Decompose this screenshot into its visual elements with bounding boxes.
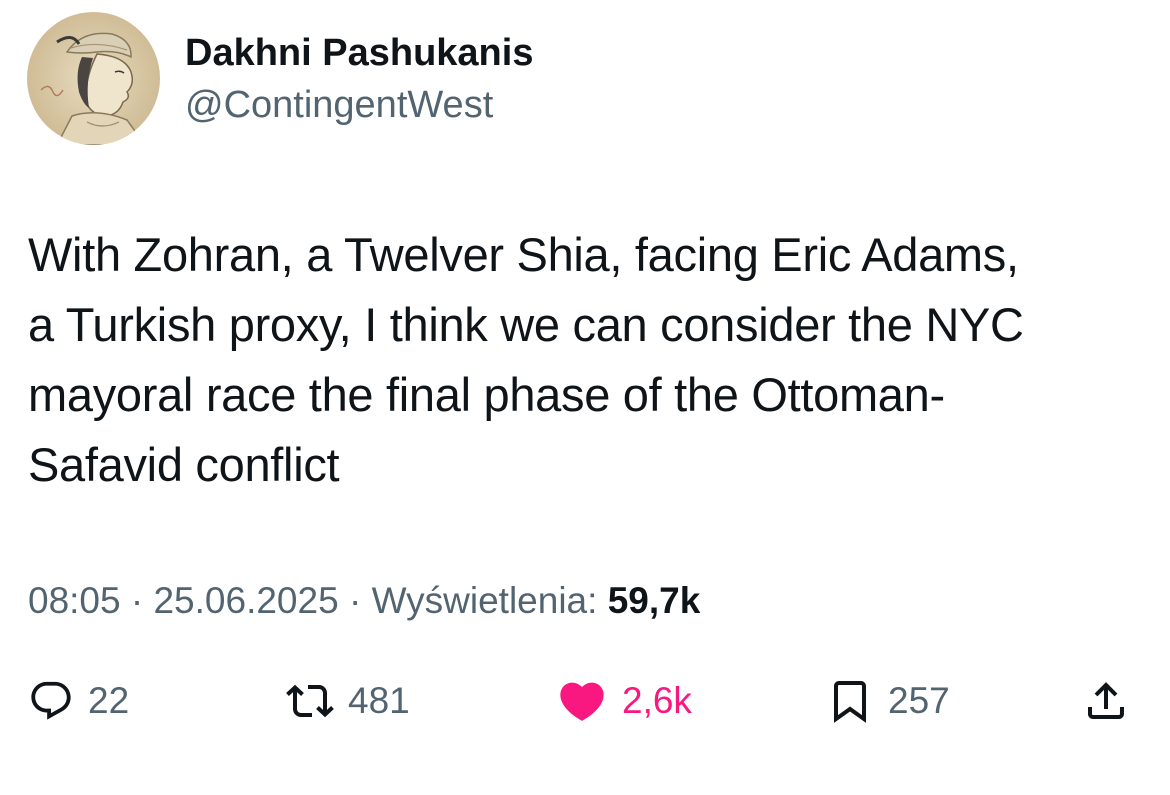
share-icon [1082,677,1130,725]
bookmark-button[interactable]: 257 [826,670,950,732]
heart-icon [556,675,608,727]
reply-icon [28,678,74,724]
tweet-meta: 08:05 · 25.06.2025 · Wyświetlenia: 59,7k [28,578,700,624]
tweet-actions: 22 481 2,6k 257 [0,670,1170,732]
reply-count: 22 [88,680,130,721]
bookmark-icon [826,677,874,725]
tweet-time[interactable]: 08:05 [28,580,121,621]
views-label: Wyświetlenia: [371,580,598,621]
meta-separator: · [120,580,154,621]
meta-separator: · [338,580,372,621]
reply-button[interactable]: 22 [28,670,129,732]
avatar[interactable] [27,12,160,145]
share-button[interactable] [1082,670,1130,732]
retweet-count: 481 [348,680,410,721]
author-handle[interactable]: @ContingentWest [185,82,493,128]
like-count: 2,6k [622,680,692,721]
views-count: 59,7k [607,580,701,621]
bookmark-count: 257 [888,680,950,721]
author-display-name[interactable]: Dakhni Pashukanis [185,30,533,76]
retweet-button[interactable]: 481 [286,670,410,732]
retweet-icon [286,677,334,725]
portrait-avatar-icon [27,12,160,145]
tweet-text: With Zohran, a Twelver Shia, facing Eric… [28,228,1024,491]
like-button[interactable]: 2,6k [556,670,692,732]
tweet-date[interactable]: 25.06.2025 [153,580,338,621]
